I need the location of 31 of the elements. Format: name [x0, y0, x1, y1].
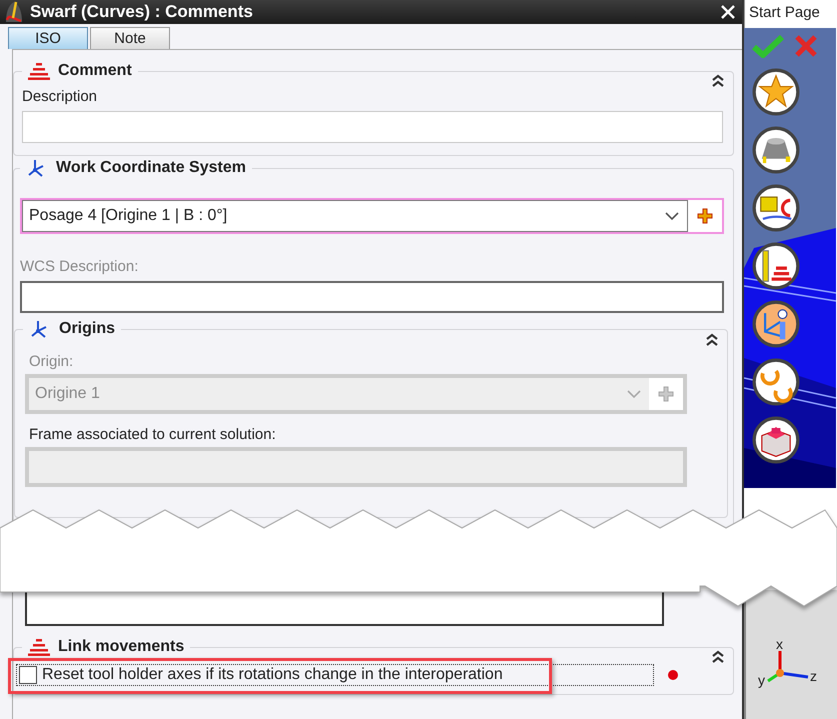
layers-icon: [28, 62, 50, 80]
wcs-description-field[interactable]: [20, 281, 724, 313]
section-title: Work Coordinate System: [56, 159, 246, 177]
collapse-icon[interactable]: [711, 650, 725, 664]
field-label: Description: [22, 88, 98, 105]
add-button[interactable]: [688, 200, 722, 232]
field-label: Origin:: [29, 353, 74, 370]
close-icon[interactable]: [720, 4, 736, 20]
wcs-dropdown[interactable]: Posage 4 [Origine 1 | B : 0°]: [22, 200, 688, 232]
app-logo-icon: [4, 0, 24, 24]
collapse-icon[interactable]: [711, 74, 725, 88]
section-title: Comment: [58, 62, 132, 80]
axis-triad-drawing: [767, 651, 808, 682]
window-title: Swarf (Curves) : Comments: [30, 2, 253, 22]
section-title: Origins: [59, 320, 116, 338]
tab[interactable]: ISO: [8, 27, 88, 49]
checkbox-option[interactable]: Reset tool holder axes if its rotations change in the interoperation: [16, 664, 654, 686]
field-label: Frame associated to current solution:: [29, 426, 277, 443]
description-field[interactable]: [22, 111, 723, 143]
section-title: Link movements: [58, 638, 184, 656]
status-dot-icon: [668, 670, 678, 680]
collapse-icon[interactable]: [705, 333, 719, 347]
axis-label: y: [758, 672, 765, 688]
axis-label: z: [810, 668, 817, 684]
layers-icon: [28, 638, 50, 656]
dropdown-caret-icon[interactable]: [665, 211, 679, 221]
plus-icon[interactable]: [697, 208, 713, 224]
tab[interactable]: Note: [90, 27, 170, 49]
field-label: WCS Description:: [20, 258, 140, 275]
axis-label: x: [776, 637, 783, 652]
text-field[interactable]: [25, 590, 664, 626]
